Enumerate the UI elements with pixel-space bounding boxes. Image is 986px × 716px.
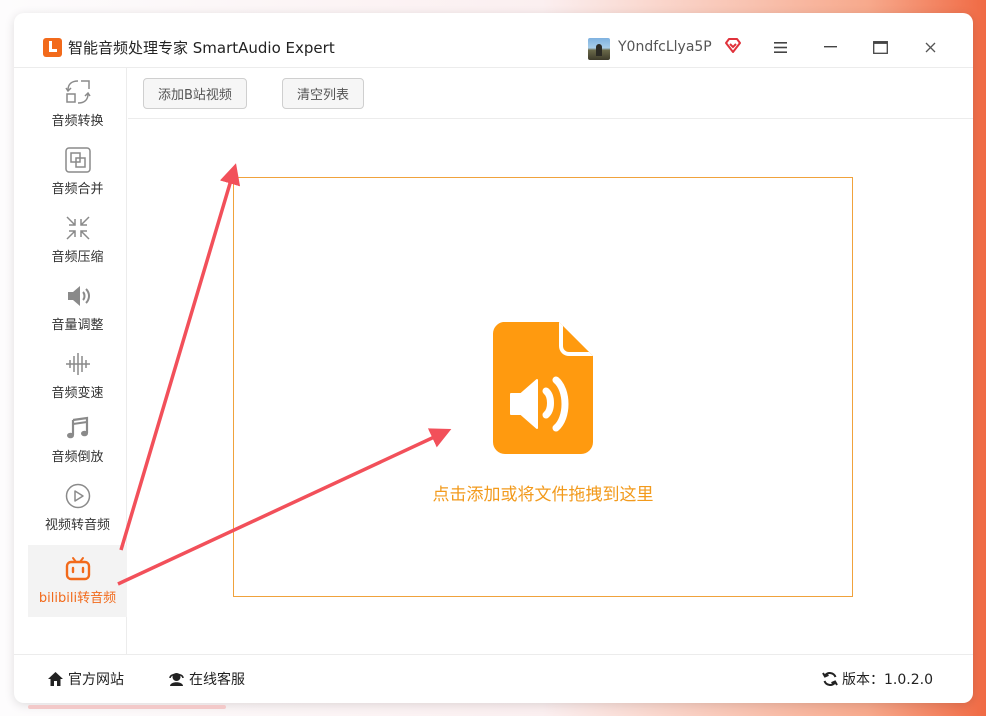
- sidebar-item-bilibili-to-audio[interactable]: bilibili转音频: [28, 545, 127, 617]
- username[interactable]: Y0ndfcLlya5P: [618, 39, 712, 55]
- official-website-link[interactable]: 官方网站: [47, 669, 124, 689]
- online-support-label: 在线客服: [189, 672, 245, 688]
- bottom-decoration: [28, 705, 226, 709]
- version-label: 版本：1.0.2.0: [842, 672, 933, 688]
- convert-icon: [64, 80, 91, 104]
- speed-icon: [65, 353, 90, 375]
- sidebar-item-video-to-audio[interactable]: 视频转音频: [28, 482, 127, 533]
- vip-diamond-icon[interactable]: [724, 38, 742, 54]
- bilibili-tv-icon: [65, 557, 90, 581]
- sidebar-item-audio-convert[interactable]: 音频转换: [28, 78, 127, 129]
- customer-service-icon: [169, 673, 184, 686]
- official-website-label: 官方网站: [68, 672, 124, 688]
- compress-icon: [65, 216, 90, 240]
- play-icon: [65, 483, 90, 509]
- sidebar-item-volume-adjust[interactable]: 音量调整: [28, 282, 127, 333]
- drop-hint-text: 点击添加或将文件拖拽到这里: [432, 485, 654, 505]
- sidebar-item-label: 音量调整: [51, 318, 104, 333]
- sidebar-item-label: 音频转换: [51, 114, 104, 129]
- add-bilibili-video-button[interactable]: 添加B站视频: [143, 78, 247, 109]
- minimize-button[interactable]: [818, 35, 842, 59]
- sidebar-item-audio-speed[interactable]: 音频变速: [28, 350, 127, 401]
- merge-icon: [64, 147, 91, 173]
- version-info: 版本：1.0.2.0: [822, 669, 933, 689]
- app-logo-icon: [43, 38, 62, 57]
- toolbar: 添加B站视频 清空列表: [128, 68, 973, 119]
- sidebar-item-audio-merge[interactable]: 音频合并: [28, 146, 127, 197]
- maximize-button[interactable]: [868, 35, 892, 59]
- maximize-icon: [872, 40, 888, 54]
- footer: 官方网站 在线客服 版本：1.0.2.0: [14, 654, 973, 703]
- minimize-icon: [823, 46, 837, 48]
- close-button[interactable]: [918, 35, 942, 59]
- clear-list-button[interactable]: 清空列表: [282, 78, 365, 109]
- sidebar: 音频转换 音频合并 音频压缩 音量调整 音频变速 音频倒放 视频转音频 bili…: [14, 68, 127, 654]
- file-drop-zone[interactable]: 点击添加或将文件拖拽到这里: [233, 177, 853, 597]
- app-title: 智能音频处理专家 SmartAudio Expert: [68, 39, 335, 57]
- sidebar-item-label: 音频变速: [51, 386, 104, 401]
- sidebar-item-audio-compress[interactable]: 音频压缩: [28, 214, 127, 265]
- sidebar-item-label: 音频压缩: [51, 250, 104, 265]
- sidebar-item-label: bilibili转音频: [38, 591, 117, 606]
- home-icon: [48, 672, 63, 686]
- sidebar-item-label: 音频倒放: [51, 450, 104, 465]
- menu-button[interactable]: [768, 35, 792, 59]
- refresh-icon[interactable]: [822, 671, 838, 687]
- audio-file-icon: [493, 322, 593, 454]
- close-icon: [925, 42, 935, 52]
- hamburger-icon: [773, 41, 787, 53]
- user-avatar[interactable]: [588, 38, 610, 60]
- sidebar-item-label: 音频合并: [51, 182, 104, 197]
- music-note-icon: [66, 416, 88, 439]
- title-bar: 智能音频处理专家 SmartAudio Expert Y0ndfcLlya5P: [14, 13, 973, 68]
- app-window: 智能音频处理专家 SmartAudio Expert Y0ndfcLlya5P: [14, 13, 973, 703]
- sidebar-item-label: 视频转音频: [44, 518, 110, 533]
- sidebar-item-audio-reverse[interactable]: 音频倒放: [28, 414, 127, 465]
- online-support-link[interactable]: 在线客服: [168, 669, 245, 689]
- volume-icon: [67, 286, 90, 306]
